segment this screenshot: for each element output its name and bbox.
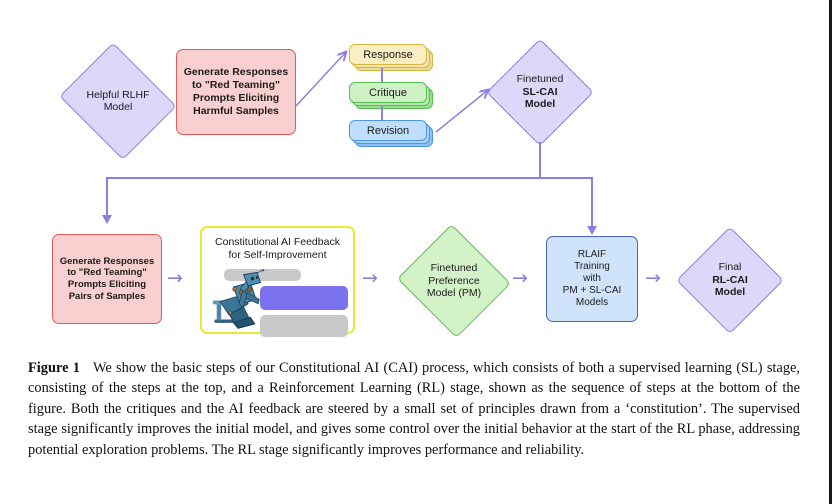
label-line: Generate Responses xyxy=(183,66,289,79)
connector-bus-left-drop xyxy=(106,177,108,217)
caption-text: We show the basic steps of our Constitut… xyxy=(28,360,800,458)
label-line: RL-CAI xyxy=(712,273,748,286)
arrow-pairs-to-cai: → xyxy=(167,267,183,289)
arrow-pm-to-rlaif: → xyxy=(512,267,528,289)
node-label: Finetuned Preference Model (PM) xyxy=(427,262,481,299)
node-label: Finetuned SL-CAI Model xyxy=(517,73,564,110)
card-front: Critique xyxy=(349,82,427,103)
card-front: Revision xyxy=(349,120,427,141)
label-line: Prompts Eliciting xyxy=(192,92,280,104)
label-line: Pairs of Samples xyxy=(68,290,146,302)
label-line: to "Red Teaming" xyxy=(192,79,280,92)
label-line: Model xyxy=(103,101,133,113)
arrowhead-down xyxy=(102,215,112,224)
node-label: Helpful RLHF Model xyxy=(86,89,149,114)
node-generate-pairs-samples[interactable]: Generate Responses to "Red Teaming" Prom… xyxy=(52,234,162,324)
node-final-rl-cai-model[interactable]: Final RL-CAI Model xyxy=(676,226,784,334)
label-line: Models xyxy=(575,297,609,309)
connector-bus-right-drop xyxy=(591,177,593,228)
node-label: Response xyxy=(363,48,413,61)
title-line: Constitutional AI Feedback xyxy=(215,236,340,248)
connector-response-critique xyxy=(381,68,383,83)
arrowhead-down xyxy=(587,226,597,235)
node-rlaif-training[interactable]: RLAIF Training with PM + SL-CAI Models xyxy=(546,236,638,322)
label-line: Harmful Samples xyxy=(193,104,279,117)
chat-bubble-purple xyxy=(260,286,348,310)
chat-bubble-gray xyxy=(260,315,348,337)
node-finetuned-sl-cai-model[interactable]: Finetuned SL-CAI Model xyxy=(486,38,594,146)
figure-diagram: Helpful RLHF Model → Generate Responses … xyxy=(0,0,832,356)
node-label: RLAIF Training with PM + SL-CAI Models xyxy=(563,249,622,310)
label-line: PM + SL-CAI xyxy=(562,285,622,297)
arrow-cai-to-pm: → xyxy=(362,267,378,289)
connector-slcai-down xyxy=(539,142,541,178)
label-line: Helpful RLHF xyxy=(86,88,150,101)
arrow-rlaif-to-final: → xyxy=(645,267,661,289)
node-finetuned-preference-model[interactable]: Finetuned Preference Model (PM) xyxy=(396,224,512,338)
label-line: Prompts Eliciting xyxy=(67,279,147,290)
connector-critique-revision xyxy=(381,106,383,121)
node-revision-card[interactable]: Revision xyxy=(349,120,433,147)
robot-thinker-icon xyxy=(212,269,265,329)
label-line: Preference xyxy=(428,274,480,287)
node-response-card[interactable]: Response xyxy=(349,44,433,71)
title-line: for Self-Improvement xyxy=(228,249,327,262)
cai-panel-title: Constitutional AI Feedback for Self-Impr… xyxy=(202,236,353,262)
page-canvas: Helpful RLHF Model → Generate Responses … xyxy=(0,0,832,504)
arrow-generate-to-response xyxy=(295,44,354,107)
label-line: to "Red Teaming" xyxy=(67,267,147,279)
label-line: Finetuned xyxy=(430,262,478,275)
label-line: Model xyxy=(524,98,556,111)
label-line: Generate Responses xyxy=(59,255,155,267)
card-front: Response xyxy=(349,44,427,65)
node-cai-feedback-panel[interactable]: Constitutional AI Feedback for Self-Impr… xyxy=(200,226,355,337)
label-line: Finetuned xyxy=(516,73,564,86)
node-label: Generate Responses to "Red Teaming" Prom… xyxy=(60,256,155,302)
label-line: SL-CAI xyxy=(522,85,558,98)
arrow-revision-to-slcai xyxy=(435,84,496,133)
label-line: RLAIF xyxy=(577,248,607,260)
figure-caption: Figure 1 We show the basic steps of our C… xyxy=(28,358,800,460)
label-line: Training xyxy=(574,260,610,272)
node-label: Final RL-CAI Model xyxy=(712,261,748,298)
node-label: Generate Responses to "Red Teaming" Prom… xyxy=(184,66,288,117)
node-generate-harmful-samples[interactable]: Generate Responses to "Red Teaming" Prom… xyxy=(176,49,296,135)
node-helpful-rlhf-model[interactable]: Helpful RLHF Model xyxy=(56,42,180,160)
node-label: Critique xyxy=(369,86,407,99)
label-line: Model xyxy=(714,286,746,299)
label-line: Model (PM) xyxy=(426,287,482,300)
node-critique-card[interactable]: Critique xyxy=(349,82,433,109)
connector-bus-horizontal xyxy=(106,177,593,179)
node-label: Revision xyxy=(366,124,410,137)
label-line: Final xyxy=(718,261,742,274)
label-line: with xyxy=(583,272,601,284)
caption-label: Figure 1 xyxy=(28,360,80,376)
